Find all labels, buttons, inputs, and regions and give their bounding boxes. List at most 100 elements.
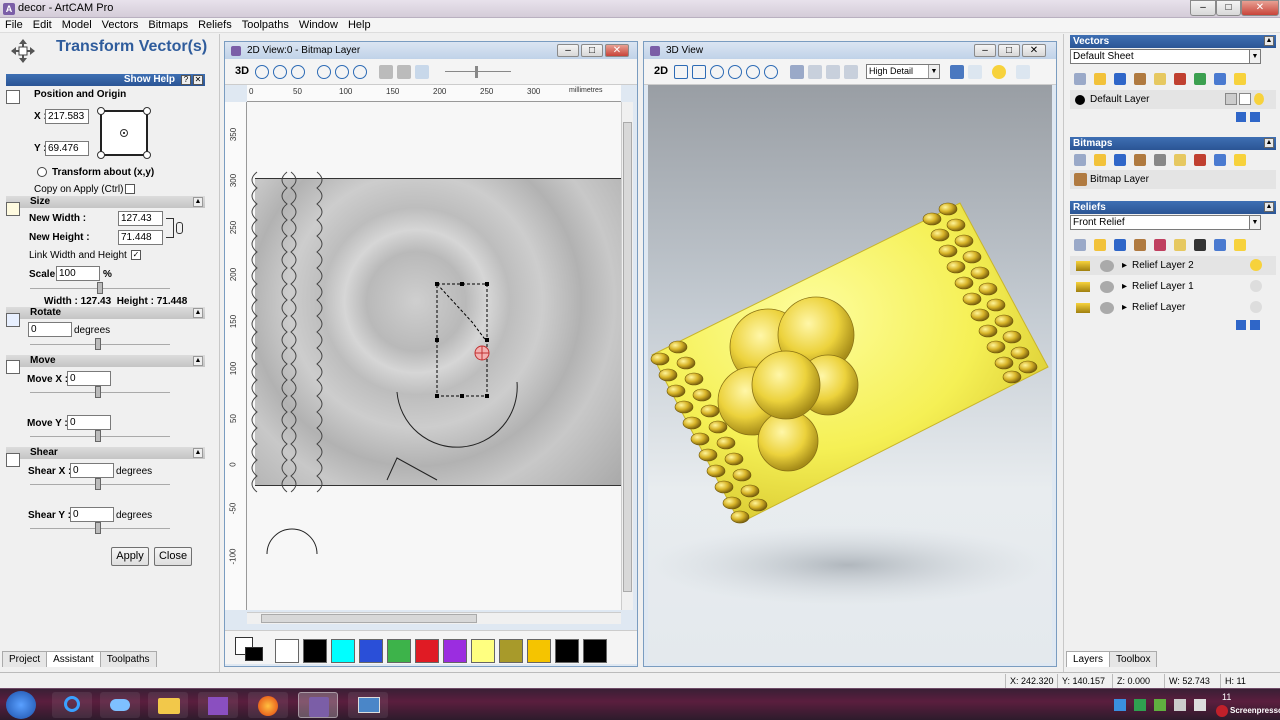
taskbar-explorer-icon[interactable]	[148, 692, 188, 718]
palette-swatch-11[interactable]	[583, 639, 607, 663]
bitmap-layer-row[interactable]: Bitmap Layer	[1070, 170, 1276, 189]
transform-about-radio[interactable]	[37, 167, 47, 177]
tab-toolbox[interactable]: Toolbox	[1109, 651, 1158, 667]
open-bitmap-icon[interactable]	[1094, 154, 1106, 166]
zoom-out-icon[interactable]	[273, 65, 287, 79]
palette-swatch-8[interactable]	[499, 639, 523, 663]
menu-edit[interactable]: Edit	[28, 18, 57, 33]
axis-icon[interactable]	[968, 65, 982, 79]
palette-swatch-10[interactable]	[555, 639, 579, 663]
edit-layer-icon[interactable]	[1239, 93, 1251, 105]
y-input[interactable]: 69.476	[45, 141, 89, 156]
view-2d-vscroll[interactable]	[621, 102, 633, 610]
relief-layer-0-visibility-icon[interactable]	[1250, 301, 1262, 313]
relief-3d-canvas[interactable]	[648, 85, 1052, 663]
detail-dropdown[interactable]: High Detail ▼	[866, 64, 940, 79]
size-section-header[interactable]: Size ▲	[6, 196, 205, 208]
taskbar-ie-icon[interactable]	[52, 692, 92, 718]
bitmap-copy-icon[interactable]	[1174, 154, 1186, 166]
tray-icon-2[interactable]	[1134, 699, 1146, 711]
tab-toolpaths[interactable]: Toolpaths	[99, 651, 157, 667]
close-help-icon[interactable]: ✕	[193, 75, 203, 85]
origin-corner-bl[interactable]	[97, 151, 105, 159]
zoom-out-3d-icon[interactable]	[728, 65, 742, 79]
menu-file[interactable]: File	[0, 18, 28, 33]
blend-slider-thumb[interactable]	[475, 66, 478, 78]
menu-help[interactable]: Help	[343, 18, 376, 33]
toggle-2d-button[interactable]: 2D	[654, 65, 668, 77]
bitmap-delete-icon[interactable]	[1194, 154, 1206, 166]
zoom-previous-icon[interactable]	[335, 65, 349, 79]
collapse-rotate-icon[interactable]: ▲	[193, 308, 203, 318]
speaker-icon[interactable]	[415, 65, 429, 79]
layer-visibility-icon[interactable]	[1254, 93, 1264, 105]
vectors-move-down-icon[interactable]	[1250, 112, 1260, 122]
shear-x-slider-thumb[interactable]	[95, 478, 101, 490]
view-2d-vscroll-thumb[interactable]	[623, 122, 632, 592]
layer-color-dot[interactable]	[1075, 95, 1085, 105]
show-help-bar[interactable]: Show Help ? ✕	[6, 74, 205, 86]
taskbar-messenger-icon[interactable]	[100, 692, 140, 718]
menu-model[interactable]: Model	[57, 18, 97, 33]
relief-visibility-icon[interactable]	[1234, 239, 1246, 251]
relief-select[interactable]: Front Relief	[1070, 215, 1261, 230]
new-height-input[interactable]: 71.448	[118, 230, 163, 245]
relief-layer-0-mode-icon[interactable]	[1100, 302, 1114, 314]
palette-swatch-1[interactable]	[303, 639, 327, 663]
new-vector-layer-icon[interactable]	[1074, 73, 1086, 85]
palette-swatch-2[interactable]	[331, 639, 355, 663]
origin-corner-br[interactable]	[143, 151, 151, 159]
start-button[interactable]	[6, 691, 36, 719]
move-y-slider-thumb[interactable]	[95, 430, 101, 442]
menu-vectors[interactable]: Vectors	[97, 18, 144, 33]
palette-swatch-6[interactable]	[443, 639, 467, 663]
copy-on-apply-checkbox[interactable]	[125, 184, 135, 194]
bitmap-trash-icon[interactable]	[1214, 154, 1226, 166]
relief-layer-0[interactable]: ▸ Relief Layer	[1070, 298, 1276, 317]
tray-icon-1[interactable]	[1114, 699, 1126, 711]
relief-layer-2-visibility-icon[interactable]	[1250, 259, 1262, 271]
taskbar-firefox-icon[interactable]	[248, 692, 288, 718]
origin-selector[interactable]	[97, 107, 151, 159]
relief-copy-icon[interactable]	[1174, 239, 1186, 251]
collapse-bitmaps-icon[interactable]: ▲	[1264, 138, 1274, 148]
new-relief-layer-icon[interactable]	[1074, 239, 1086, 251]
move-section-header[interactable]: Move ▲	[6, 355, 205, 367]
move-x-input[interactable]: 0	[67, 371, 111, 386]
iso-view-icon[interactable]	[790, 65, 804, 79]
palette-swatch-9[interactable]	[527, 639, 551, 663]
bitmap-visibility-icon[interactable]	[1234, 154, 1246, 166]
relief-layer-2-expand[interactable]: ▸	[1122, 256, 1127, 275]
new-bitmap-layer-icon[interactable]	[1074, 154, 1086, 166]
save-icon[interactable]	[1114, 73, 1126, 85]
palette-swatch-4[interactable]	[387, 639, 411, 663]
light-bulb-icon[interactable]	[992, 65, 1006, 79]
vector-sheet-chevron-down-icon[interactable]: ▼	[1249, 49, 1261, 64]
tray-icon-3[interactable]	[1154, 699, 1166, 711]
relief-layer-2[interactable]: ▸ Relief Layer 2	[1070, 256, 1276, 275]
vector-layer-default[interactable]: Default Layer	[1070, 90, 1276, 109]
rotate-input[interactable]: 0	[28, 322, 72, 337]
new-width-input[interactable]: 127.43	[118, 211, 163, 226]
top-view-icon[interactable]	[808, 65, 822, 79]
preferences-icon[interactable]	[1016, 65, 1030, 79]
vector-sheet-select[interactable]: Default Sheet	[1070, 49, 1261, 64]
relief-toggle-icon[interactable]	[397, 65, 411, 79]
rotate-view-icon[interactable]	[674, 65, 688, 79]
collapse-size-icon[interactable]: ▲	[193, 197, 203, 207]
delete-vectors-icon[interactable]	[1174, 73, 1186, 85]
menu-toolpaths[interactable]: Toolpaths	[237, 18, 294, 33]
rotate-section-header[interactable]: Rotate ▲	[6, 307, 205, 319]
bitmap-grey-icon[interactable]	[1154, 154, 1166, 166]
view-2d-hscroll-thumb[interactable]	[261, 614, 477, 623]
tab-assistant[interactable]: Assistant	[46, 651, 101, 667]
save-relief-icon[interactable]	[1114, 239, 1126, 251]
x-input[interactable]: 217.583	[45, 109, 89, 124]
taskbar-screenpresso-icon[interactable]	[348, 692, 388, 718]
open-folder-icon[interactable]	[1094, 73, 1106, 85]
palette-swatch-3[interactable]	[359, 639, 383, 663]
pan-icon[interactable]	[692, 65, 706, 79]
origin-center[interactable]	[120, 129, 128, 137]
palette-swatch-7[interactable]	[471, 639, 495, 663]
relief-combine-icon[interactable]	[1154, 239, 1166, 251]
